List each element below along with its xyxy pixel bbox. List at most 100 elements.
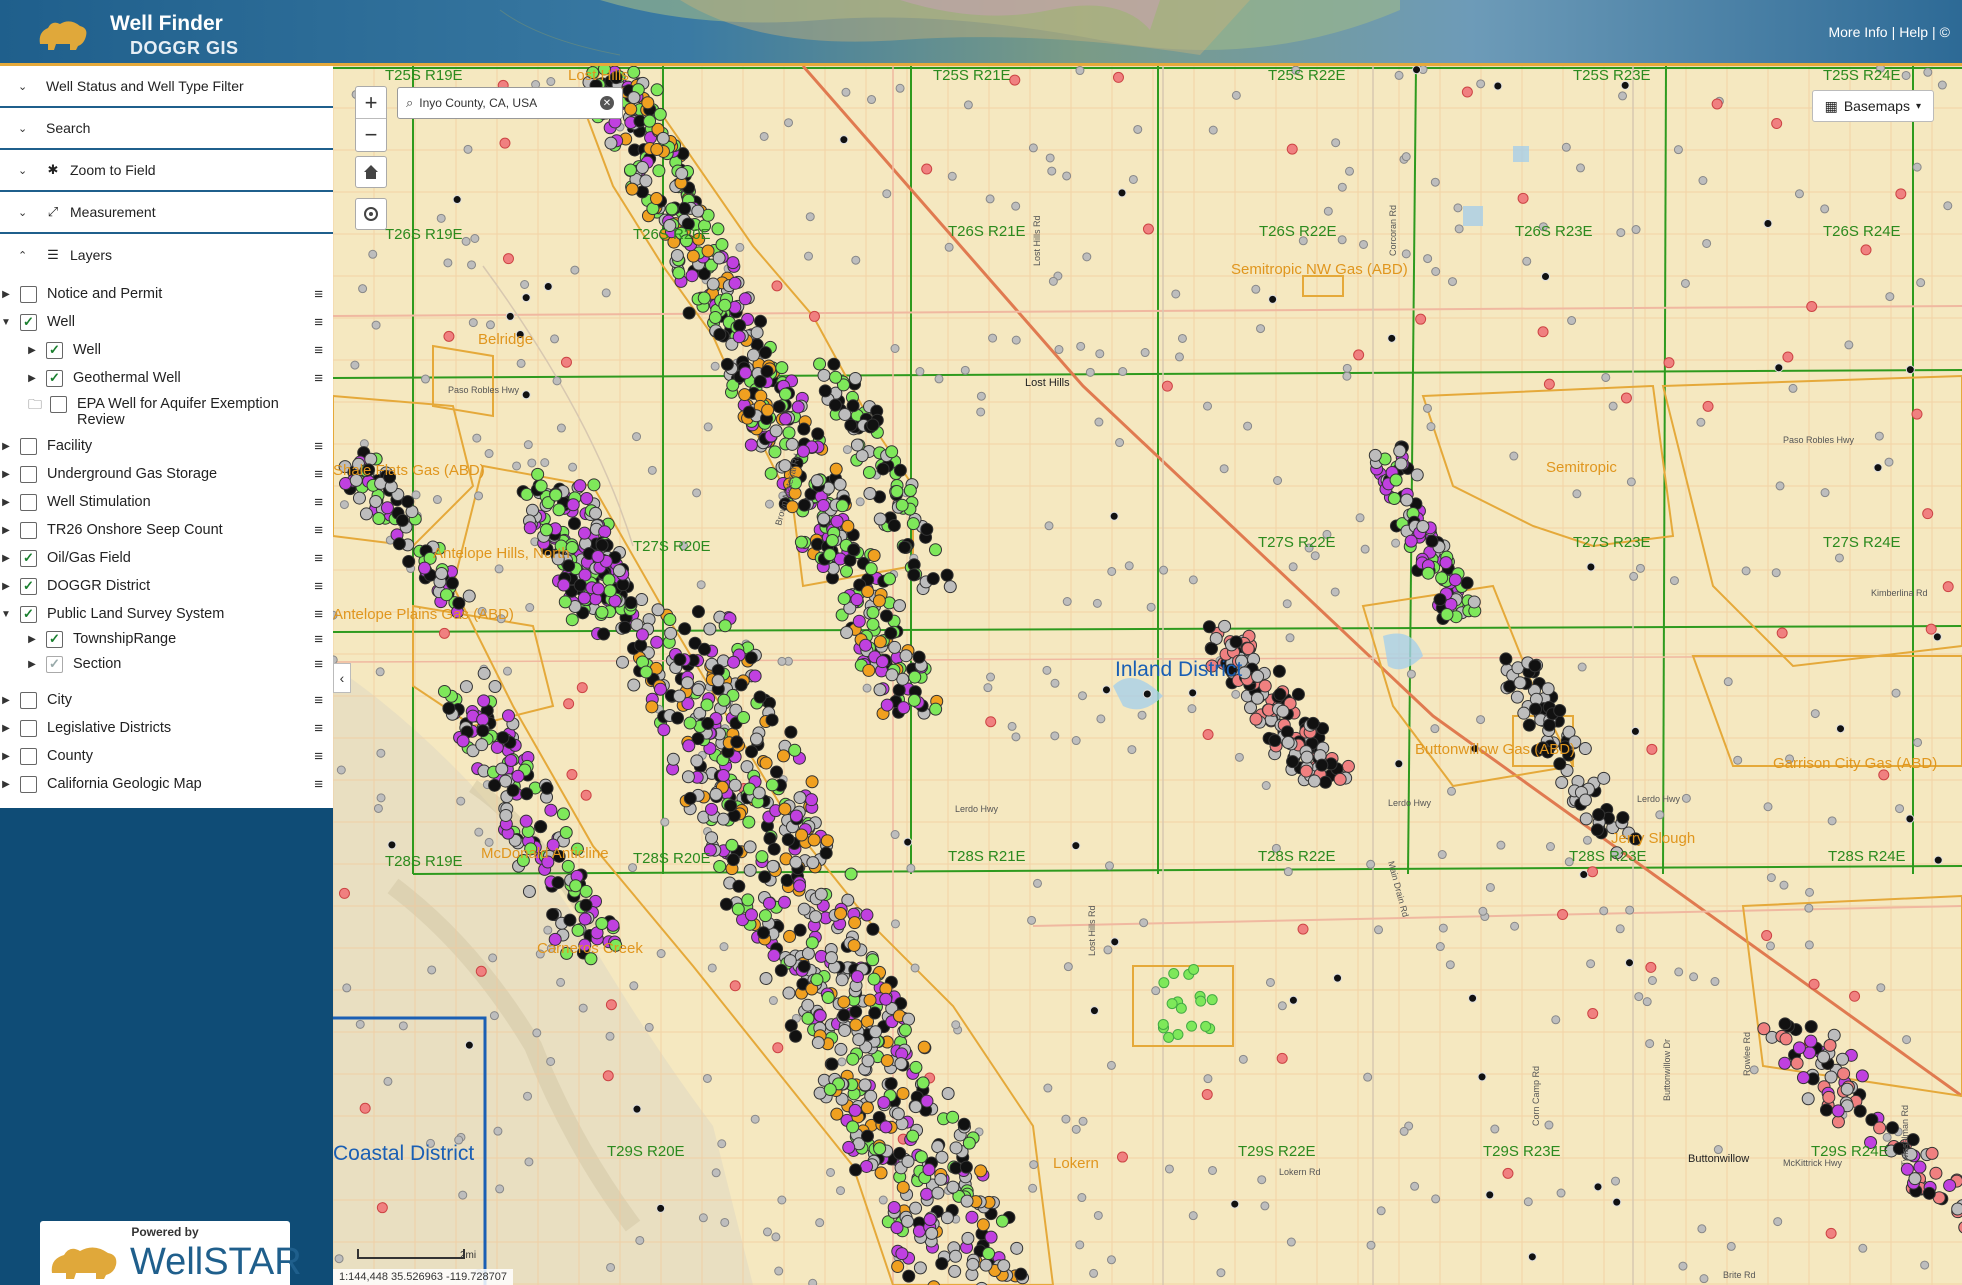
well-marker[interactable]: [1822, 1090, 1836, 1104]
well-marker[interactable]: [678, 622, 692, 636]
layer-menu-icon[interactable]: ≡: [314, 370, 323, 387]
layer-checkbox[interactable]: [20, 313, 37, 331]
well-marker[interactable]: [1831, 1104, 1845, 1118]
well-marker[interactable]: [926, 572, 940, 586]
well-marker[interactable]: [805, 212, 815, 222]
well-marker[interactable]: [1095, 349, 1105, 359]
well-marker[interactable]: [834, 1042, 848, 1056]
well-marker[interactable]: [862, 663, 876, 677]
well-marker[interactable]: [765, 713, 779, 727]
well-marker[interactable]: [719, 897, 733, 911]
well-marker[interactable]: [1460, 576, 1474, 590]
accordion-layers[interactable]: ⌃ ☰ Layers: [0, 234, 333, 276]
well-marker[interactable]: [1401, 249, 1411, 259]
well-marker[interactable]: [879, 609, 893, 623]
well-marker[interactable]: [772, 400, 786, 414]
well-marker[interactable]: [495, 1184, 505, 1194]
well-marker[interactable]: [1045, 153, 1055, 163]
well-marker[interactable]: [1522, 718, 1536, 732]
well-marker[interactable]: [597, 627, 611, 641]
well-marker[interactable]: [656, 131, 670, 145]
well-marker[interactable]: [565, 613, 579, 627]
well-marker[interactable]: [1827, 816, 1837, 826]
well-marker[interactable]: [943, 580, 957, 594]
well-marker[interactable]: [848, 916, 862, 930]
well-marker[interactable]: [848, 1103, 862, 1117]
well-marker[interactable]: [1929, 1166, 1943, 1180]
well-marker[interactable]: [1779, 1032, 1793, 1046]
well-marker[interactable]: [1804, 1034, 1818, 1048]
well-marker[interactable]: [1092, 598, 1102, 608]
well-marker[interactable]: [342, 983, 352, 993]
well-marker[interactable]: [657, 723, 671, 737]
well-marker[interactable]: [456, 796, 466, 806]
well-marker[interactable]: [855, 497, 865, 507]
layer-underground-gas-storage[interactable]: ▶ Underground Gas Storage ≡: [0, 460, 333, 488]
well-marker[interactable]: [435, 566, 449, 580]
well-marker[interactable]: [1281, 736, 1295, 750]
well-marker[interactable]: [894, 1057, 908, 1071]
well-marker[interactable]: [477, 694, 491, 708]
well-marker[interactable]: [902, 1269, 916, 1283]
well-marker[interactable]: [1765, 941, 1775, 951]
well-marker[interactable]: [488, 679, 502, 693]
well-marker[interactable]: [602, 1070, 614, 1082]
well-marker[interactable]: [1599, 906, 1609, 916]
expand-triangle-icon[interactable]: ▶: [26, 634, 38, 645]
well-marker[interactable]: [850, 970, 864, 984]
well-marker[interactable]: [899, 649, 913, 663]
well-marker[interactable]: [1702, 238, 1712, 248]
well-marker[interactable]: [934, 374, 944, 384]
well-marker[interactable]: [1106, 1255, 1116, 1265]
well-marker[interactable]: [1615, 924, 1625, 934]
well-marker[interactable]: [1517, 192, 1529, 204]
well-marker[interactable]: [808, 1278, 818, 1285]
well-marker[interactable]: [784, 118, 794, 128]
well-marker[interactable]: [1033, 878, 1043, 888]
well-marker[interactable]: [844, 418, 858, 432]
well-marker[interactable]: [653, 682, 667, 696]
well-marker[interactable]: [1849, 990, 1861, 1002]
well-marker[interactable]: [1467, 595, 1481, 609]
layer-legislative-districts[interactable]: ▶ Legislative Districts ≡: [0, 714, 333, 742]
well-marker[interactable]: [1430, 177, 1440, 187]
well-marker[interactable]: [1285, 633, 1295, 643]
well-marker[interactable]: [623, 163, 637, 177]
well-marker[interactable]: [813, 357, 827, 371]
well-marker[interactable]: [1761, 930, 1773, 942]
well-marker[interactable]: [540, 458, 550, 468]
well-marker[interactable]: [1698, 176, 1708, 186]
well-marker[interactable]: [392, 537, 406, 551]
well-marker[interactable]: [862, 465, 876, 479]
layer-menu-icon[interactable]: ≡: [314, 656, 323, 673]
well-marker[interactable]: [979, 1258, 993, 1272]
well-marker[interactable]: [1578, 742, 1592, 756]
well-marker[interactable]: [691, 605, 705, 619]
well-marker[interactable]: [601, 288, 611, 298]
well-marker[interactable]: [1431, 1194, 1441, 1204]
well-marker[interactable]: [1557, 909, 1569, 921]
well-marker[interactable]: [931, 1186, 945, 1200]
well-marker[interactable]: [864, 562, 878, 576]
well-marker[interactable]: [838, 407, 852, 421]
well-marker[interactable]: [1853, 1104, 1867, 1118]
well-marker[interactable]: [1823, 1038, 1837, 1052]
well-marker[interactable]: [806, 856, 820, 870]
well-marker[interactable]: [485, 320, 495, 330]
well-marker[interactable]: [1553, 757, 1567, 771]
well-marker[interactable]: [1485, 1190, 1495, 1200]
layer-menu-icon[interactable]: ≡: [314, 522, 323, 539]
well-marker[interactable]: [1624, 958, 1634, 968]
well-marker[interactable]: [891, 1259, 905, 1273]
well-marker[interactable]: [1174, 352, 1184, 362]
well-marker[interactable]: [769, 424, 783, 438]
well-marker[interactable]: [960, 1194, 974, 1208]
well-marker[interactable]: [729, 980, 741, 992]
well-marker[interactable]: [783, 954, 797, 968]
well-marker[interactable]: [929, 702, 943, 716]
well-marker[interactable]: [1647, 975, 1657, 985]
well-marker[interactable]: [1142, 689, 1152, 699]
layer-geothermal-well[interactable]: ▶ Geothermal Well ≡: [0, 364, 333, 392]
well-marker[interactable]: [824, 951, 838, 965]
well-marker[interactable]: [368, 249, 378, 259]
